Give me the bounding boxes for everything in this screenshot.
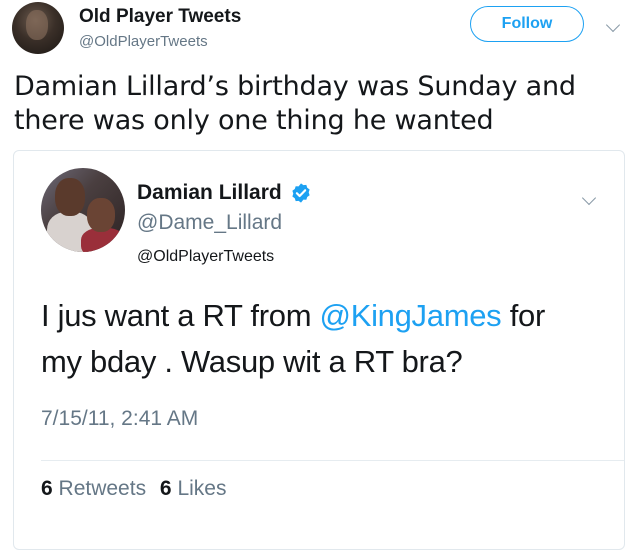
tweet-text-line-2: there was only one thing he wanted xyxy=(14,105,494,136)
quoted-text-part: I jus want a RT from xyxy=(41,298,320,333)
chevron-down-icon[interactable] xyxy=(605,17,621,33)
tweet-text: Damian Lillard’s birthday was Sunday and… xyxy=(14,70,624,138)
quoted-text-line-1: I jus want a RT from @KingJames for xyxy=(41,293,611,339)
likes-count: 6 xyxy=(159,477,172,500)
author-avatar[interactable] xyxy=(12,2,64,54)
tweet-timestamp[interactable]: 7/15/11, 2:41 AM xyxy=(41,407,198,431)
quoted-author-name-row[interactable]: Damian Lillard xyxy=(137,181,312,205)
likes-label: Likes xyxy=(177,477,227,500)
retweets-label: Retweets xyxy=(58,477,147,500)
follow-button[interactable]: Follow xyxy=(470,6,584,42)
avatar-figure xyxy=(26,10,48,40)
divider xyxy=(41,460,624,461)
quoted-tweet-card[interactable]: Damian Lillard @Dame_Lillard @OldPlayerT… xyxy=(13,150,625,550)
verified-badge-icon xyxy=(292,183,310,203)
retweets-stat[interactable]: 6 Retweets xyxy=(41,477,146,500)
avatar-figure xyxy=(87,198,115,232)
quoted-author-handle[interactable]: @Dame_Lillard xyxy=(137,211,282,235)
author-name[interactable]: Old Player Tweets xyxy=(79,6,241,28)
quoted-author-avatar[interactable] xyxy=(41,168,125,252)
quoted-tweet-text: I jus want a RT from @KingJames for my b… xyxy=(41,293,611,385)
reply-to-handle[interactable]: @OldPlayerTweets xyxy=(137,248,274,266)
quoted-text-part: for xyxy=(501,298,546,333)
tweet-stats: 6 Retweets 6 Likes xyxy=(41,477,226,501)
author-handle[interactable]: @OldPlayerTweets xyxy=(79,33,208,50)
tweet-text-line-1: Damian Lillard’s birthday was Sunday and xyxy=(14,71,576,102)
mention-link[interactable]: @KingJames xyxy=(320,298,502,333)
quoted-text-line-2: my bday . Wasup wit a RT bra? xyxy=(41,344,463,379)
chevron-down-icon[interactable] xyxy=(581,190,597,206)
retweets-count: 6 xyxy=(41,477,53,500)
likes-stat[interactable]: 6 Likes xyxy=(160,477,227,500)
avatar-figure xyxy=(55,178,85,216)
quoted-author-name[interactable]: Damian Lillard xyxy=(137,181,282,205)
